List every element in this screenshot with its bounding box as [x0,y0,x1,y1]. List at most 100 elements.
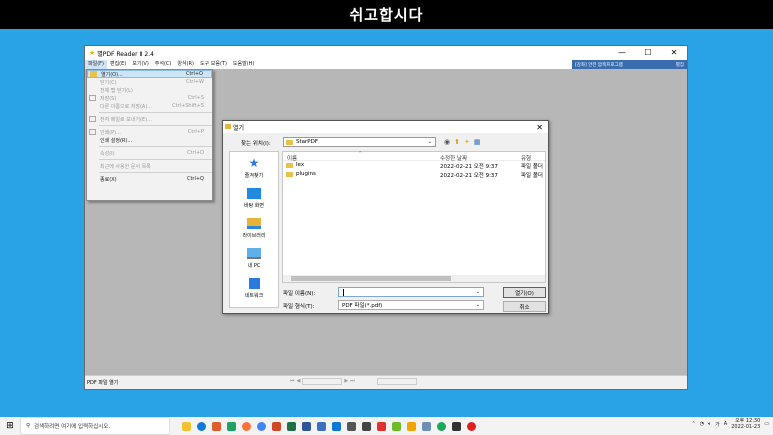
menu-item-close-all[interactable]: 전체 탭 닫기(L) [87,86,212,94]
look-in-dropdown[interactable]: StarPDF ⌄ [283,137,436,147]
horizontal-scrollbar[interactable] [283,275,545,282]
network-tray-icon[interactable]: ◔ [700,421,704,427]
page-number-field[interactable] [302,378,343,385]
app-icon[interactable] [407,421,416,431]
first-page-icon[interactable]: ⏮ [290,378,295,385]
search-icon: ⚲ [26,423,31,429]
search-placeholder: 검색하려면 여기에 입력하십시오. [34,424,111,430]
powerpoint-icon[interactable] [272,421,281,431]
promo-banner[interactable]: [강좌] 안전 압축프로그램 별집 [572,60,687,69]
tray-chevron-icon[interactable]: ⌃ [692,421,696,427]
place-label: 라이브러리 [242,233,266,239]
place-libraries[interactable]: 라이브러리 [230,212,278,242]
file-row[interactable]: lex 2022-02-21 오전 9:37 파일 폴더 [283,161,545,170]
open-file-dialog: 열기 ✕ 찾는 위치(I): StarPDF ⌄ ◉ ⬆ ✦ ▦ ★ 즐겨찾기 … [222,120,549,314]
place-network[interactable]: 네트워크 [230,272,278,302]
menu-item-save-as[interactable]: 다른 이름으로 저장(A)... Ctrl+Shift+S [87,102,212,110]
menu-item-print-setup[interactable]: 인쇄 설정(R)... [87,136,212,144]
look-in-value: StarPDF [296,139,318,145]
menu-item-save[interactable]: 저장(S) Ctrl+S [87,94,212,102]
close-button[interactable]: ✕ [661,46,687,60]
title-bar: ★ 별PDF Reader Ⅱ 2.4 — ☐ ✕ [85,46,687,60]
clock[interactable]: 오후 12:30 2022-01-23 [731,418,760,430]
dialog-title-bar: 열기 ✕ [223,121,548,133]
app-icon[interactable] [227,421,236,431]
excel-icon[interactable] [287,421,296,431]
prev-page-icon[interactable]: ◀ [297,378,301,385]
place-this-pc[interactable]: 내 PC [230,242,278,272]
edge-icon[interactable] [197,421,206,431]
menu-item-label: 인쇄(P)... [100,129,121,136]
menu-view[interactable]: 보기(V) [129,60,152,69]
file-row[interactable]: plugins 2022-02-21 오전 9:37 파일 폴더 [283,170,545,179]
app-icon[interactable] [332,421,341,431]
brave-icon[interactable] [212,421,221,431]
ime-indicator[interactable]: 가 [715,421,720,428]
menu-item-open[interactable]: 열기(O)... Ctrl+O [87,70,212,78]
menu-annotation[interactable]: 주석(C) [152,60,175,69]
view-menu-icon[interactable]: ▦ [474,138,481,146]
places-bar: ★ 즐겨찾기 바탕 화면 라이브러리 내 PC 네트워크 [229,151,279,308]
app-icon[interactable] [317,421,326,431]
app-star-icon: ★ [89,49,96,57]
firefox-icon[interactable] [242,421,251,431]
app-icon[interactable] [362,421,371,431]
folder-icon [286,140,293,145]
app-icon[interactable] [347,421,356,431]
word-icon[interactable] [302,421,311,431]
menu-item-recent[interactable]: 최근에 사용한 문서 목록 [87,162,212,170]
file-date: 2022-02-21 오전 9:37 [440,164,498,170]
menu-item-send-email[interactable]: 전자 메일로 보내기(E)... [87,115,212,123]
zoom-field[interactable] [376,378,417,385]
window-title: 별PDF Reader Ⅱ 2.4 [97,50,154,58]
app-icon[interactable] [392,421,401,431]
cancel-button[interactable]: 취소 [503,301,546,312]
windows-start-icon[interactable]: ⊞ [0,421,20,431]
back-icon[interactable]: ◉ [444,138,450,146]
place-label: 내 PC [247,263,261,269]
new-folder-icon[interactable]: ✦ [464,138,470,146]
volume-icon[interactable]: 🔈︎ [708,421,711,427]
filename-input[interactable]: ⌄ [338,287,484,297]
menu-help[interactable]: 도움말(H) [230,60,257,69]
menu-toolbar[interactable]: 도구 모음(T) [197,60,230,69]
place-quick-access[interactable]: ★ 즐겨찾기 [230,152,278,182]
menu-form[interactable]: 양식(R) [174,60,197,69]
menu-item-print[interactable]: 인쇄(P)... Ctrl+P [87,128,212,136]
open-button[interactable]: 열기(O) [503,287,546,298]
menu-item-shortcut: Ctrl+O [185,71,203,77]
filetype-select[interactable]: PDF 파일(*.pdf) ⌄ [338,300,484,310]
menu-item-properties[interactable]: 속성(I) Ctrl+D [87,149,212,157]
app-icon[interactable] [377,421,386,431]
file-explorer-icon[interactable] [182,421,191,431]
menu-item-close[interactable]: 닫기(C) Ctrl+W [87,78,212,86]
app-icon[interactable] [437,421,446,431]
dialog-close-icon[interactable]: ✕ [536,123,543,132]
last-page-icon[interactable]: ⏭ [350,378,355,385]
menu-edit[interactable]: 편집(E) [107,60,129,69]
notification-icon[interactable]: ▭ [764,421,769,427]
menu-item-exit[interactable]: 종료(X) Ctrl+Q [87,175,212,183]
next-page-icon[interactable]: ▶ [344,378,348,385]
filetype-value: PDF 파일(*.pdf) [342,303,383,309]
chrome-icon[interactable] [257,421,266,431]
folder-icon [286,163,293,168]
scrollbar-thumb[interactable] [291,276,451,281]
file-type: 파일 폴더 [521,173,543,179]
email-icon [89,116,96,122]
opera-icon[interactable] [467,421,476,431]
printer-icon [89,129,96,135]
open-folder-icon [90,71,97,77]
minimize-button[interactable]: — [609,46,635,60]
maximize-button[interactable]: ☐ [635,46,661,60]
up-folder-icon[interactable]: ⬆ [454,138,460,146]
app-icon[interactable] [452,421,461,431]
language-indicator[interactable]: A [724,421,727,427]
taskbar: ⊞ ⚲ 검색하려면 여기에 입력하십시오. ⌃ ◔ 🔈︎ 가 A 오후 12:3… [0,417,773,435]
taskbar-search[interactable]: ⚲ 검색하려면 여기에 입력하십시오. [20,417,170,435]
dialog-title: 열기 [233,124,245,132]
menu-file[interactable]: 파일(F) [85,60,107,69]
computer-icon [247,248,261,259]
place-desktop[interactable]: 바탕 화면 [230,182,278,212]
app-icon[interactable] [422,421,431,431]
